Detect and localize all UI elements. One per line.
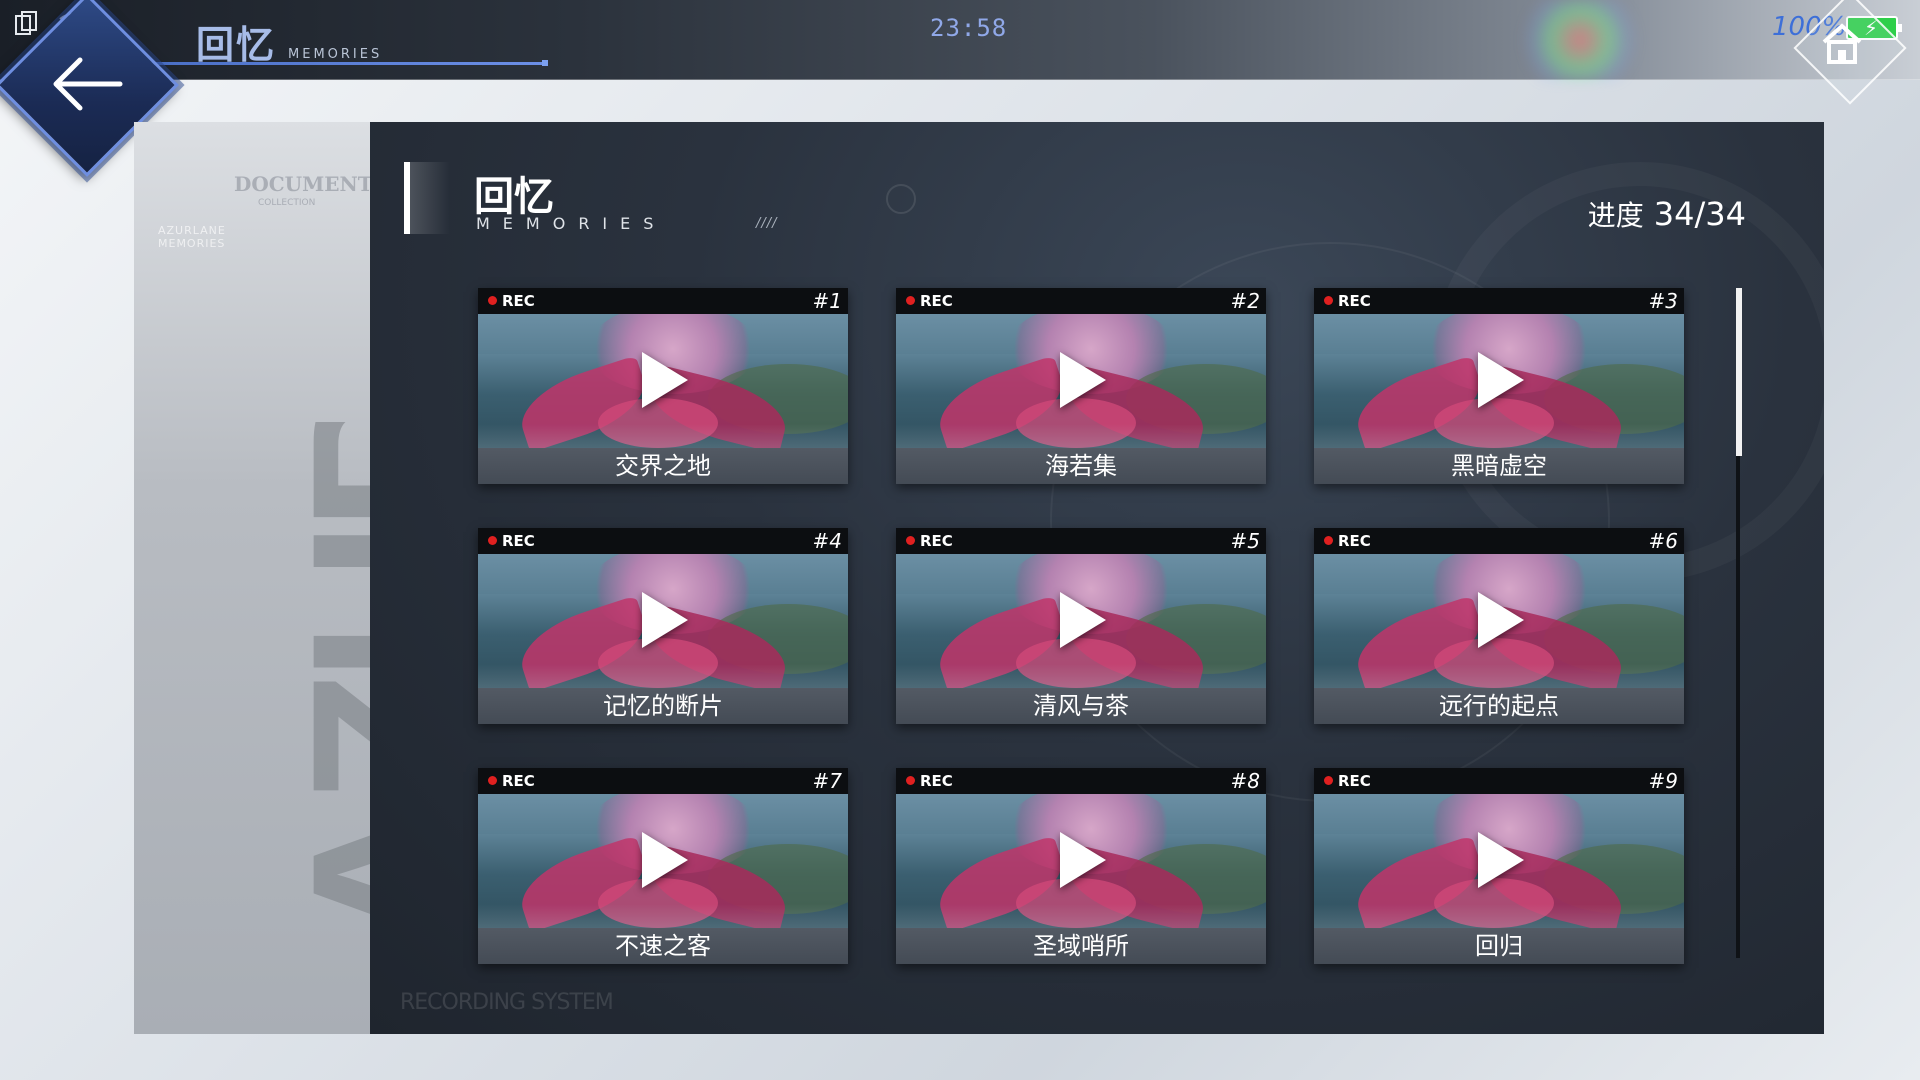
rec-dot-icon [1324,536,1333,545]
rec-dot-icon [488,536,497,545]
rec-label: REC [1338,532,1371,550]
rec-label: REC [502,772,535,790]
rec-label: REC [1338,292,1371,310]
rec-dot-icon [906,536,915,545]
card-number: #4 [812,529,842,553]
card-number: #9 [1648,769,1678,793]
page-slashes: //// [756,216,778,231]
topbar-glow [1520,0,1640,80]
card-title: 回归 [1314,928,1684,964]
memory-card[interactable]: REC #5 清风与茶 [896,528,1266,724]
header-accent-gradient [410,162,450,234]
copy-icon [14,10,40,38]
play-icon[interactable] [642,352,688,408]
memory-card[interactable]: REC #3 黑暗虚空 [1314,288,1684,484]
play-icon[interactable] [1060,592,1106,648]
clock: 23:58 [930,14,1008,42]
memory-card[interactable]: REC #4 记忆的断片 [478,528,848,724]
card-thumbnail[interactable] [1314,554,1684,688]
rec-dot-icon [906,296,915,305]
card-thumbnail[interactable] [478,794,848,928]
memory-card[interactable]: REC #8 圣域哨所 [896,768,1266,964]
progress-label: 进度 [1587,199,1644,232]
card-number: #7 [812,769,842,793]
side-logo-azurlane: AZURLANE MEMORIES [158,224,226,250]
card-header: REC #3 [1314,288,1684,314]
decor-ring [886,184,916,214]
topbar-title-en: MEMORIES [288,47,383,62]
card-thumbnail[interactable] [1314,794,1684,928]
card-header: REC #7 [478,768,848,794]
progress-indicator: 进度 34/34 [1588,194,1746,234]
card-title: 远行的起点 [1314,688,1684,724]
card-title: 黑暗虚空 [1314,448,1684,484]
rec-dot-icon [1324,296,1333,305]
play-icon[interactable] [642,832,688,888]
card-number: #5 [1230,529,1260,553]
card-number: #8 [1230,769,1260,793]
progress-value: 34/34 [1653,195,1746,233]
card-number: #2 [1230,289,1260,313]
play-icon[interactable] [1060,832,1106,888]
card-title: 海若集 [896,448,1266,484]
card-thumbnail[interactable] [896,554,1266,688]
card-header: REC #5 [896,528,1266,554]
side-panel: DOCUMENT COLLECTION AZURLANE MEMORIES AZ… [134,122,373,1034]
play-icon[interactable] [1478,352,1524,408]
play-icon[interactable] [1060,352,1106,408]
card-header: REC #1 [478,288,848,314]
card-thumbnail[interactable] [896,314,1266,448]
play-icon[interactable] [642,592,688,648]
side-big-text-label: AZUR [266,422,370,955]
card-number: #6 [1648,529,1678,553]
rec-dot-icon [488,296,497,305]
card-thumbnail[interactable] [478,314,848,448]
play-icon[interactable] [1478,592,1524,648]
side-logo-document: DOCUMENT [234,172,373,196]
memory-card[interactable]: REC #6 远行的起点 [1314,528,1684,724]
rec-label: REC [502,292,535,310]
card-header: REC #6 [1314,528,1684,554]
memory-card[interactable]: REC #2 海若集 [896,288,1266,484]
topbar-underline [150,60,548,66]
card-header: REC #9 [1314,768,1684,794]
rec-dot-icon [1324,776,1333,785]
side-big-text: AZUR [134,422,370,1022]
rec-dot-icon [488,776,497,785]
card-title: 圣域哨所 [896,928,1266,964]
top-bar: 回忆 MEMORIES 23:58 100% ⚡ [0,0,1920,80]
card-thumbnail[interactable] [1314,314,1684,448]
home-icon[interactable] [1818,22,1866,66]
topbar-title: 回忆 MEMORIES [196,14,382,69]
rec-label: REC [920,772,953,790]
card-title: 不速之客 [478,928,848,964]
rec-label: REC [920,532,953,550]
topbar-title-cn: 回忆 [196,23,277,67]
memory-card[interactable]: REC #1 交界之地 [478,288,848,484]
footer-watermark: RECORDING SYSTEM [400,990,614,1015]
memory-grid: REC #1 交界之地 REC #2 海若集 REC #3 黑暗虚空 REC #4 记忆… [478,288,1718,988]
rec-label: REC [502,532,535,550]
memory-card[interactable]: REC #9 回归 [1314,768,1684,964]
card-number: #1 [812,289,842,313]
card-title: 清风与茶 [896,688,1266,724]
card-header: REC #8 [896,768,1266,794]
card-title: 交界之地 [478,448,848,484]
back-arrow-icon[interactable] [48,54,128,114]
card-header: REC #2 [896,288,1266,314]
page-subtitle: MEMORIES [476,214,667,233]
play-icon[interactable] [1478,832,1524,888]
card-thumbnail[interactable] [478,554,848,688]
scrollbar-thumb[interactable] [1736,288,1742,456]
card-header: REC #4 [478,528,848,554]
card-thumbnail[interactable] [896,794,1266,928]
rec-label: REC [920,292,953,310]
side-logo-collection: COLLECTION [258,198,316,208]
memory-card[interactable]: REC #7 不速之客 [478,768,848,964]
rec-dot-icon [906,776,915,785]
card-number: #3 [1648,289,1678,313]
memories-panel: 回忆 MEMORIES //// 进度 34/34 REC #1 交界之地 REC #… [370,122,1824,1034]
card-title: 记忆的断片 [478,688,848,724]
rec-label: REC [1338,772,1371,790]
